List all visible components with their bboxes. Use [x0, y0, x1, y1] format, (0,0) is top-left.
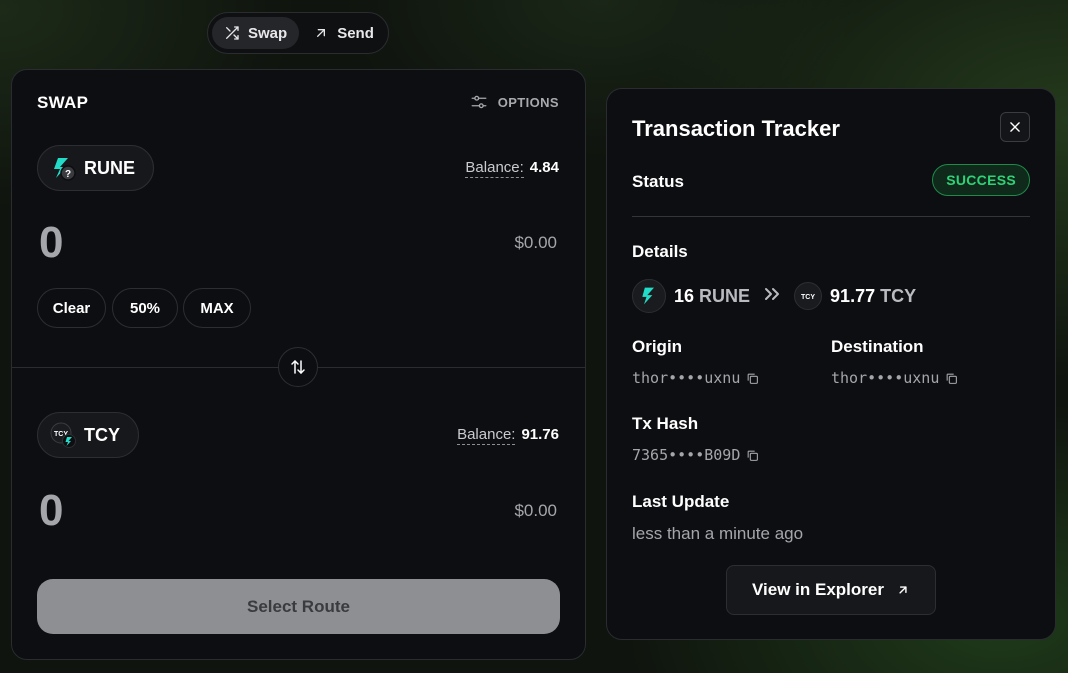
clear-button[interactable]: Clear: [37, 288, 106, 328]
sliders-icon: [471, 95, 487, 109]
fifty-percent-button[interactable]: 50%: [112, 288, 178, 328]
tracker-divider: [632, 216, 1030, 217]
tx-hash: 7365••••B09D: [632, 446, 759, 464]
view-in-explorer-button[interactable]: View in Explorer: [726, 565, 936, 615]
to-token-selector[interactable]: TCY TCY: [37, 412, 139, 458]
from-token-selector[interactable]: ? RUNE: [37, 145, 155, 191]
status-badge: SUCCESS: [932, 164, 1030, 196]
tx-hash-label: Tx Hash: [632, 414, 699, 433]
destination-value: thor••••uxnu: [831, 369, 940, 387]
last-update-value: less than a minute ago: [632, 524, 804, 543]
to-balance-value: 91.76: [521, 426, 559, 443]
flip-tokens-button[interactable]: [278, 347, 318, 387]
from-balance: Balance: 4.84: [465, 159, 559, 178]
rune-logo-icon: ?: [50, 155, 76, 181]
from-amount-input[interactable]: 0: [39, 218, 63, 268]
options-label: OPTIONS: [497, 94, 559, 110]
from-usd-value: $0.00: [514, 233, 557, 252]
svg-text:?: ?: [65, 169, 71, 180]
tracker-title: Transaction Tracker: [632, 116, 840, 141]
max-button[interactable]: MAX: [183, 288, 251, 328]
svg-text:TCY: TCY: [801, 294, 815, 301]
from-balance-value: 4.84: [529, 159, 559, 176]
to-usd-value: $0.00: [514, 501, 557, 520]
options-button[interactable]: OPTIONS: [470, 93, 559, 111]
from-balance-label: Balance:: [465, 159, 524, 178]
tcy-logo-icon: TCY: [50, 422, 76, 448]
destination-address: thor••••uxnu: [831, 369, 958, 387]
to-balance-label: Balance:: [457, 426, 516, 445]
destination-label: Destination: [831, 337, 924, 356]
copy-icon[interactable]: [746, 372, 759, 385]
arrow-up-right-icon: [899, 586, 907, 594]
from-detail-symbol: RUNE: [699, 285, 751, 306]
mode-toggle: Swap Send: [207, 12, 389, 54]
swap-title: SWAP: [37, 93, 89, 112]
shuffle-icon: [226, 26, 239, 40]
to-detail-symbol: TCY: [880, 285, 917, 306]
close-icon: [1010, 122, 1020, 132]
send-mode-button[interactable]: Send: [301, 17, 386, 49]
copy-icon[interactable]: [746, 449, 759, 462]
copy-icon[interactable]: [945, 372, 958, 385]
swap-details-row: 16 RUNE TCY 91.77 TCY: [632, 279, 916, 313]
details-label: Details: [632, 242, 688, 261]
swap-mode-button[interactable]: Swap: [212, 17, 300, 49]
swap-card: SWAP OPTIONS ? RUNE Balance: 4.84 0 $0.0…: [11, 69, 586, 660]
swap-mode-label: Swap: [248, 24, 288, 42]
to-balance: Balance: 91.76: [457, 426, 559, 445]
from-token-symbol: RUNE: [84, 157, 136, 178]
rune-logo-icon: [632, 279, 666, 313]
double-chevron-icon: [764, 287, 780, 306]
from-detail-amount: 16: [674, 285, 695, 306]
explorer-button-label: View in Explorer: [752, 580, 884, 599]
swap-vertical-icon: [291, 360, 305, 374]
arrow-up-right-icon: [317, 28, 326, 37]
transaction-tracker-panel: Transaction Tracker Status SUCCESS Detai…: [606, 88, 1056, 640]
last-update-label: Last Update: [632, 492, 730, 511]
origin-address: thor••••uxnu: [632, 369, 759, 387]
origin-value: thor••••uxnu: [632, 369, 741, 387]
to-amount-display: 0: [39, 486, 64, 535]
close-tracker-button[interactable]: [1000, 112, 1030, 142]
send-mode-label: Send: [337, 24, 374, 42]
select-route-button[interactable]: Select Route: [37, 579, 560, 634]
origin-label: Origin: [632, 337, 683, 356]
tx-hash-value: 7365••••B09D: [632, 446, 741, 464]
to-detail-amount: 91.77: [830, 285, 876, 306]
tcy-logo-icon: TCY: [794, 282, 823, 310]
to-token-symbol: TCY: [84, 424, 120, 445]
status-label: Status: [632, 172, 684, 191]
